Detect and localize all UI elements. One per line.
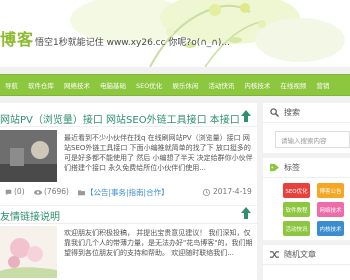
divider [0,223,257,224]
article-title[interactable]: 友情链接说明 [0,208,240,223]
thumbnail-image [0,130,57,182]
nav-item-marketing[interactable]: 营销 [311,80,334,90]
tag-software[interactable]: 软件教程 [283,202,310,217]
tag-icon [270,163,279,172]
search-icon [270,108,279,117]
article-thumbnail[interactable] [0,226,57,278]
header-flower-banner [0,0,350,67]
widget-title: 随机文章 [284,250,316,259]
nav-item-entertainment[interactable]: 娱乐休闲 [167,80,203,90]
up-arrow-icon [241,110,251,122]
sidebar-search-widget: 搜索 请输入搜索内容 [263,103,350,153]
tag-seo[interactable]: SEO优化 [283,183,310,198]
clock-icon [203,189,210,196]
nav-item-video[interactable]: 在线视频 [275,80,311,90]
nav-item-home[interactable]: 导航 [0,80,23,90]
widget-title: 标签 [284,163,300,172]
site-tagline: 悟空1秒就能记住 www.xy26.cc 你呢?o(∩_∩)... [35,38,230,48]
widget-header: 随机文章 [263,245,350,265]
nav-item-seo[interactable]: SEO优化 [131,80,167,90]
article-date: 2017-4-19 [213,187,252,196]
nav-item-software[interactable]: 软件仓库 [23,80,59,90]
article-excerpt: 最近看到不少小伙伴在找q 在线刷网站PV（浏览量）接口 网站SEO外链工具接口 … [64,134,253,172]
article-excerpt: 欢迎朋友们积极投稿， 并提出宝贵意见建议！ 我们深知，仅靠我们几个人的带薄力量，… [64,229,253,257]
shuffle-icon [270,251,279,258]
tag-kernel[interactable]: 内核技术 [317,221,344,236]
article-title[interactable]: 网站PV（浏览量）接口 网站SEO外链工具接口 本接口永久免... [0,111,240,126]
thumbnail-image [0,226,57,278]
comment-icon [5,189,12,196]
article-category[interactable]: 【公告|事务|指南|合作】 [86,187,169,198]
article-card: 网站PV（浏览量）接口 网站SEO外链工具接口 本接口永久免... 最近看到不少… [0,103,257,205]
view-count: (7696) [44,187,69,196]
article-card: 友情链接说明 欢迎朋友们积极投稿， 并提出宝贵意见建议！ 我们深知，仅靠我们几个… [0,206,257,280]
nav-item-events[interactable]: 活动快讯 [203,80,239,90]
search-input[interactable]: 请输入搜索内容 [275,131,350,148]
nav-item-kernel[interactable]: 内核技术 [239,80,275,90]
tag-blog-notice[interactable]: 博客公告 [317,183,344,198]
comment-count[interactable]: (0) [14,187,25,196]
article-thumbnail[interactable] [0,130,57,182]
nav-item-pc-basics[interactable]: 电脑基础 [95,80,131,90]
page: 博客 悟空1秒就能记住 www.xy26.cc 你呢?o(∩_∩)... 导航 … [0,0,350,280]
main-nav: 导航 软件仓库 网络技术 电脑基础 SEO优化 娱乐休闲 活动快讯 内核技术 在… [0,74,350,96]
site-header: 博客 悟空1秒就能记住 www.xy26.cc 你呢?o(∩_∩)... [0,0,350,67]
tag-network[interactable]: 网络技术 [317,202,344,217]
up-arrow-icon [241,207,251,219]
divider [0,126,257,127]
sidebar-random-widget: 随机文章 [263,245,350,280]
site-logo[interactable]: 博客 [0,26,34,50]
folder-icon [78,190,85,196]
sidebar-tags-widget: 标签 SEO优化 博客公告 软件教程 网络技术 活动快讯 内核技术 [263,158,350,240]
tag-events[interactable]: 活动快讯 [283,221,310,236]
widget-title: 搜索 [284,108,300,117]
widget-header: 搜索 [263,103,350,123]
article-meta: (0) (7696) 【公告|事务|指南|合作】 2017-4-19 [0,187,257,199]
eye-icon [34,190,42,195]
widget-header: 标签 [263,158,350,178]
nav-item-network[interactable]: 网络技术 [59,80,95,90]
